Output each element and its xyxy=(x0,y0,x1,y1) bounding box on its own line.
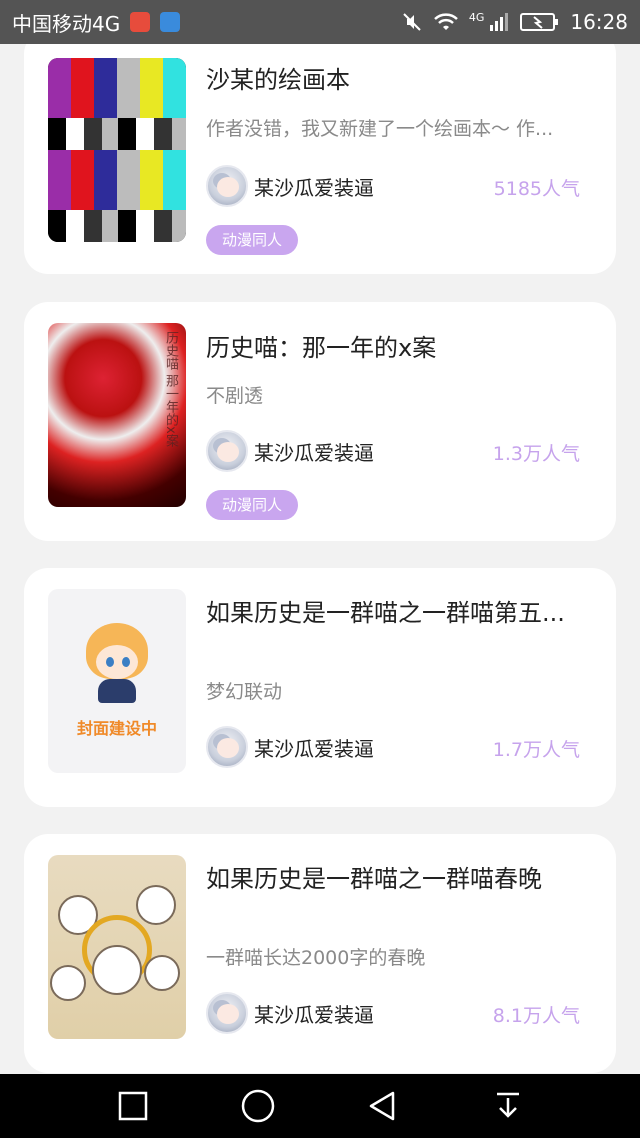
cover-handwriting: 历史喵 那一年的x案 xyxy=(163,331,178,447)
recent-apps-button[interactable] xyxy=(103,1076,163,1136)
author-avatar[interactable] xyxy=(206,726,248,768)
author-name[interactable]: 某沙瓜爱装逼 xyxy=(254,733,374,762)
author-info[interactable]: 某沙瓜爱装逼 xyxy=(206,430,374,472)
author-info[interactable]: 某沙瓜爱装逼 xyxy=(206,165,374,207)
book-cover-image[interactable]: 历史喵 那一年的x案 xyxy=(48,323,186,507)
battery-icon xyxy=(520,13,559,31)
clock: 16:28 xyxy=(570,10,628,34)
book-card[interactable]: 如果历史是一群喵之一群喵春晚 一群喵长达2000字的春晚 某沙瓜爱装逼 8.1万… xyxy=(24,834,616,1073)
author-avatar[interactable] xyxy=(206,992,248,1034)
book-cover-placeholder[interactable]: 封面建设中 xyxy=(48,589,186,773)
category-tag[interactable]: 动漫同人 xyxy=(206,225,299,255)
home-button[interactable] xyxy=(228,1076,288,1136)
book-description: 一群喵长达2000字的春晚 xyxy=(206,947,426,969)
author-avatar[interactable] xyxy=(206,165,248,207)
signal-icon xyxy=(490,13,509,31)
author-name[interactable]: 某沙瓜爱装逼 xyxy=(254,437,374,466)
wifi-icon xyxy=(433,13,458,30)
mute-icon xyxy=(403,13,421,31)
author-info[interactable]: 某沙瓜爱装逼 xyxy=(206,992,374,1034)
back-button[interactable] xyxy=(353,1076,413,1136)
book-cover-image[interactable] xyxy=(48,855,186,1039)
author-name[interactable]: 某沙瓜爱装逼 xyxy=(254,999,374,1028)
book-description: 梦幻联动 xyxy=(206,681,283,703)
mail-notification-icon xyxy=(130,12,151,32)
circle-icon xyxy=(241,1089,274,1123)
book-description: 作者没错，我又新建了一个绘画本～ 作... xyxy=(206,118,554,140)
book-card[interactable]: 封面建设中 如果历史是一群喵之一群喵第五... 梦幻联动 某沙瓜爱装逼 1.7万… xyxy=(24,568,616,807)
author-name[interactable]: 某沙瓜爱装逼 xyxy=(254,172,374,201)
triangle-back-icon xyxy=(369,1091,394,1121)
status-bar: 中国移动4G 4G 16:28 xyxy=(0,0,640,44)
popularity-count: 5185人气 xyxy=(493,178,580,200)
popularity-count: 8.1万人气 xyxy=(492,1005,580,1027)
cover-placeholder-text: 封面建设中 xyxy=(76,719,157,738)
carrier-label: 中国移动4G xyxy=(12,11,121,36)
popularity-count: 1.3万人气 xyxy=(492,443,580,465)
network-type-label: 4G xyxy=(468,10,485,24)
popularity-count: 1.7万人气 xyxy=(492,739,580,761)
book-card[interactable]: 沙某的绘画本 作者没错，我又新建了一个绘画本～ 作... 某沙瓜爱装逼 5185… xyxy=(24,44,616,274)
system-navigation-bar xyxy=(0,1074,640,1138)
book-title[interactable]: 如果历史是一群喵之一群喵第五... xyxy=(206,593,596,628)
square-icon xyxy=(118,1091,147,1121)
category-tag[interactable]: 动漫同人 xyxy=(206,490,299,520)
book-title[interactable]: 历史喵：那一年的x案 xyxy=(206,328,596,363)
mascot-illustration xyxy=(82,623,152,703)
gallery-notification-icon xyxy=(160,12,181,32)
notification-pull-button[interactable] xyxy=(478,1076,538,1136)
pull-down-icon xyxy=(496,1092,519,1118)
author-avatar[interactable] xyxy=(206,430,248,472)
book-title[interactable]: 沙某的绘画本 xyxy=(206,60,596,95)
book-title[interactable]: 如果历史是一群喵之一群喵春晚 xyxy=(206,859,596,894)
book-list[interactable]: 沙某的绘画本 作者没错，我又新建了一个绘画本～ 作... 某沙瓜爱装逼 5185… xyxy=(0,44,640,1074)
book-description: 不剧透 xyxy=(206,385,264,407)
author-info[interactable]: 某沙瓜爱装逼 xyxy=(206,726,374,768)
book-cover-image[interactable] xyxy=(48,58,186,242)
book-card[interactable]: 历史喵 那一年的x案 历史喵：那一年的x案 不剧透 某沙瓜爱装逼 1.3万人气 … xyxy=(24,302,616,541)
